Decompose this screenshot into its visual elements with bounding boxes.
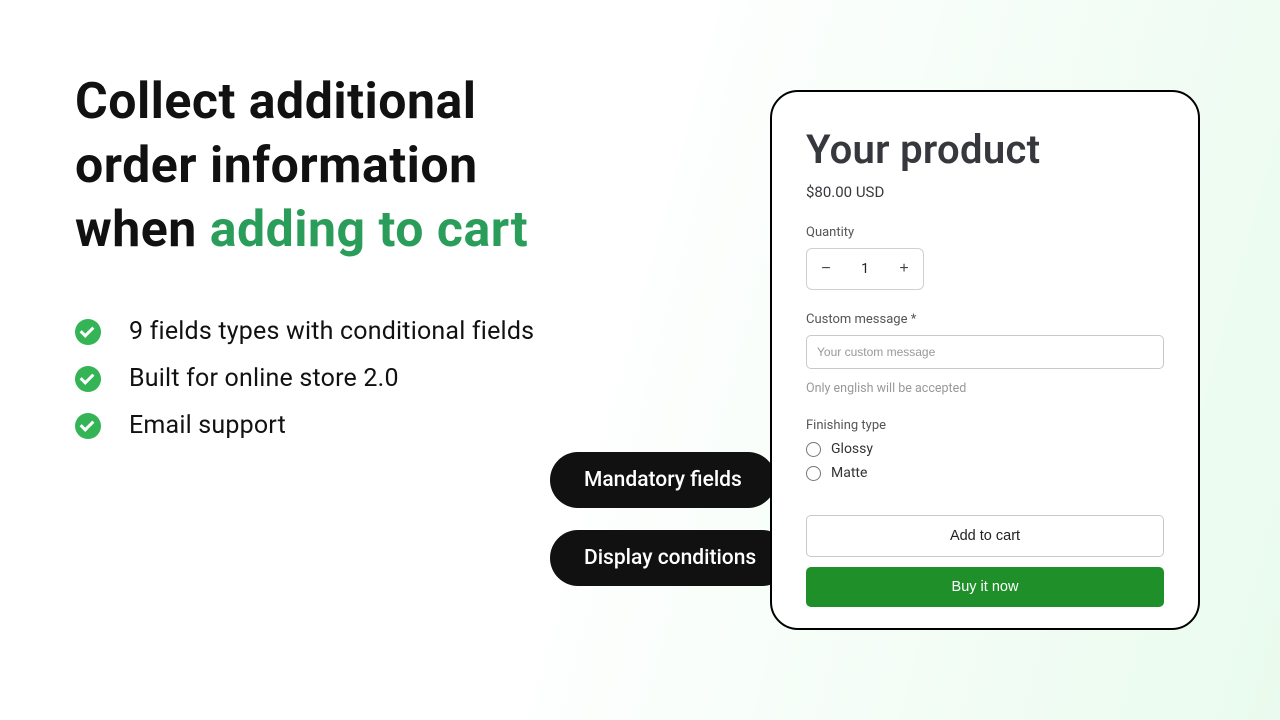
radio-label: Matte bbox=[831, 465, 867, 481]
check-icon bbox=[75, 319, 101, 345]
headline-line2: order information bbox=[75, 137, 478, 195]
custom-message-input[interactable] bbox=[806, 335, 1164, 369]
hero-section: Collect additional order information whe… bbox=[75, 70, 635, 458]
check-icon bbox=[75, 366, 101, 392]
radio-input[interactable] bbox=[806, 442, 821, 457]
quantity-increase[interactable]: + bbox=[885, 249, 923, 289]
buy-now-button[interactable]: Buy it now bbox=[806, 567, 1164, 607]
add-to-cart-button[interactable]: Add to cart bbox=[806, 515, 1164, 557]
finishing-label: Finishing type bbox=[806, 418, 1164, 433]
callout-mandatory: Mandatory fields bbox=[550, 452, 776, 508]
feature-text: Built for online store 2.0 bbox=[129, 364, 399, 393]
headline-line3-prefix: when bbox=[75, 201, 210, 259]
feature-text: Email support bbox=[129, 411, 286, 440]
feature-item: Built for online store 2.0 bbox=[75, 364, 635, 393]
custom-message-label: Custom message * bbox=[806, 312, 1164, 327]
quantity-label: Quantity bbox=[806, 225, 1164, 240]
quantity-stepper[interactable]: − 1 + bbox=[806, 248, 924, 290]
custom-message-hint: Only english will be accepted bbox=[806, 381, 1164, 396]
feature-list: 9 fields types with conditional fields B… bbox=[75, 317, 635, 440]
radio-label: Glossy bbox=[831, 441, 873, 457]
finishing-option-matte[interactable]: Matte bbox=[806, 465, 1164, 481]
headline-highlight: adding to cart bbox=[210, 201, 528, 259]
quantity-decrease[interactable]: − bbox=[807, 249, 845, 289]
check-icon bbox=[75, 413, 101, 439]
product-price: $80.00 USD bbox=[806, 183, 1164, 201]
finishing-option-glossy[interactable]: Glossy bbox=[806, 441, 1164, 457]
product-card: Your product $80.00 USD Quantity − 1 + C… bbox=[770, 90, 1200, 630]
feature-item: 9 fields types with conditional fields bbox=[75, 317, 635, 346]
feature-item: Email support bbox=[75, 411, 635, 440]
headline-line1: Collect additional bbox=[75, 73, 476, 131]
headline: Collect additional order information whe… bbox=[75, 70, 635, 262]
callout-display-conditions: Display conditions bbox=[550, 530, 790, 586]
quantity-value: 1 bbox=[845, 261, 885, 277]
radio-input[interactable] bbox=[806, 466, 821, 481]
feature-text: 9 fields types with conditional fields bbox=[129, 317, 534, 346]
product-title: Your product bbox=[806, 126, 1164, 173]
